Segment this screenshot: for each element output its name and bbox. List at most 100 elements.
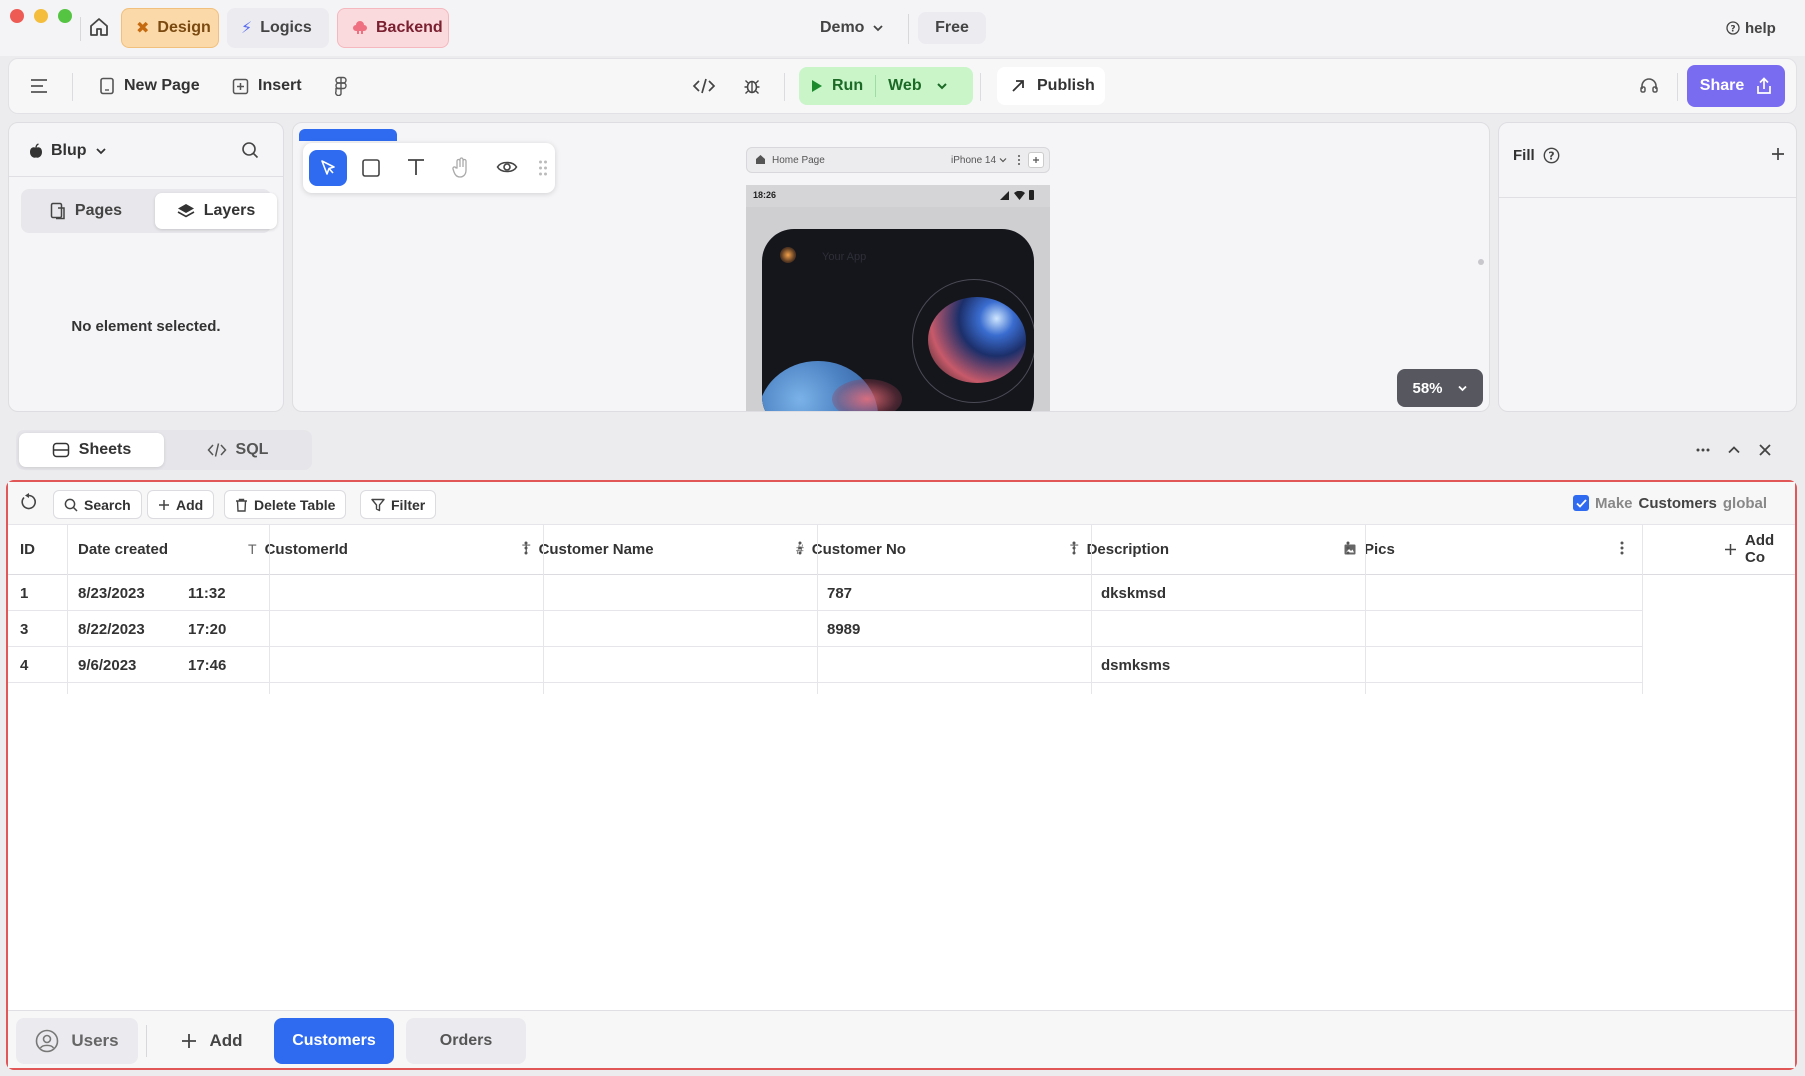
- column-menu-icon[interactable]: [1346, 541, 1350, 555]
- search-button[interactable]: Search: [53, 490, 142, 519]
- phone-frame[interactable]: 18:26 Your App: [746, 185, 1050, 411]
- zoom-dropdown[interactable]: 58%: [1397, 369, 1483, 407]
- column-header-date-created[interactable]: Date created: [78, 524, 168, 574]
- cell-date[interactable]: 9/6/2023: [78, 647, 136, 683]
- eye-icon[interactable]: [496, 158, 518, 176]
- resize-handle[interactable]: [1478, 259, 1484, 265]
- column-header-customer-id[interactable]: T CustomerId: [248, 524, 348, 574]
- rectangle-tool-icon[interactable]: [361, 158, 381, 178]
- maximize-window-button[interactable]: [58, 9, 72, 23]
- tab-sql[interactable]: SQL: [166, 433, 309, 467]
- more-vertical-icon[interactable]: [1017, 154, 1021, 166]
- more-horizontal-icon[interactable]: [1695, 442, 1711, 458]
- share-button[interactable]: Share: [1687, 65, 1785, 107]
- tab-pages[interactable]: Pages: [25, 193, 147, 229]
- data-table: ID Date created T CustomerId T Customer …: [8, 524, 1795, 694]
- nebula-graphic: [832, 379, 902, 411]
- svg-text:?: ?: [1730, 25, 1735, 35]
- close-icon[interactable]: [1757, 442, 1773, 458]
- column-header-description[interactable]: T Description: [1070, 524, 1169, 574]
- cell-description[interactable]: dsmksms: [1101, 647, 1170, 683]
- delete-table-button[interactable]: Delete Table: [224, 490, 347, 519]
- search-icon[interactable]: [241, 141, 259, 159]
- apple-icon: [29, 143, 43, 159]
- column-menu-icon[interactable]: [1072, 541, 1076, 555]
- cell-customer-no[interactable]: 8989: [827, 611, 860, 647]
- column-header-label: CustomerId: [264, 540, 348, 558]
- question-circle-icon[interactable]: ?: [1543, 147, 1560, 164]
- drag-handle-icon[interactable]: [538, 159, 548, 177]
- tab-design[interactable]: ✖ Design: [121, 8, 219, 48]
- device-selector[interactable]: iPhone 14: [951, 155, 996, 166]
- global-checkbox[interactable]: [1573, 495, 1589, 511]
- cloud-icon: [352, 20, 368, 36]
- select-tool[interactable]: [309, 150, 347, 186]
- cell-id[interactable]: 4: [20, 647, 28, 683]
- insert-button[interactable]: Insert: [232, 59, 302, 113]
- column-menu-icon[interactable]: [798, 541, 802, 555]
- table-row[interactable]: 4 9/6/2023 17:46 dsmksms: [8, 647, 1642, 682]
- table-row[interactable]: 1 8/23/2023 11:32 787 dkskmsd: [8, 575, 1642, 610]
- make-global-toggle[interactable]: Make Customers global: [1573, 493, 1767, 513]
- column-header-customer-name[interactable]: T Customer Name: [522, 524, 654, 574]
- cell-time[interactable]: 17:46: [188, 647, 226, 683]
- project-dropdown[interactable]: Demo: [820, 16, 884, 40]
- run-button[interactable]: Run: [799, 77, 875, 95]
- tab-logics[interactable]: ⚡ Logics: [227, 8, 329, 48]
- table-row[interactable]: 3 8/22/2023 17:20 8989: [8, 611, 1642, 646]
- collapse-chevron-up-icon[interactable]: [1726, 442, 1742, 458]
- column-header-customer-no[interactable]: # Customer No: [796, 524, 906, 574]
- cell-id[interactable]: 1: [20, 575, 28, 611]
- filter-button[interactable]: Filter: [360, 490, 437, 519]
- table-tab-customers[interactable]: Customers: [274, 1018, 394, 1064]
- hand-tool-icon[interactable]: [451, 157, 471, 179]
- column-header-pics[interactable]: Pics: [1344, 524, 1395, 574]
- signal-icon: [1000, 191, 1010, 200]
- home-icon[interactable]: [88, 16, 110, 38]
- text-tool-icon[interactable]: [406, 157, 426, 177]
- cell-customer-no[interactable]: 787: [827, 575, 852, 611]
- design-canvas[interactable]: Home Page iPhone 14 18:26 Your App 58%: [292, 122, 1490, 412]
- add-column-button[interactable]: Add Co: [1724, 524, 1795, 574]
- cell-description[interactable]: dkskmsd: [1101, 575, 1166, 611]
- debug-icon[interactable]: [743, 59, 761, 113]
- add-table-button[interactable]: Add: [158, 1018, 266, 1064]
- cursor-icon: [319, 159, 337, 177]
- code-icon[interactable]: [692, 59, 716, 113]
- cell-date[interactable]: 8/23/2023: [78, 575, 145, 611]
- question-circle-icon: ?: [1726, 21, 1740, 35]
- column-menu-icon[interactable]: [1620, 541, 1624, 555]
- add-row-button[interactable]: Add: [147, 490, 215, 519]
- new-page-button[interactable]: New Page: [99, 59, 200, 113]
- publish-button[interactable]: Publish: [997, 67, 1105, 105]
- cell-date[interactable]: 8/22/2023: [78, 611, 145, 647]
- cell-time[interactable]: 11:32: [188, 575, 226, 611]
- column-menu-icon[interactable]: [524, 541, 528, 555]
- column-header-id[interactable]: ID: [20, 524, 35, 574]
- menu-icon[interactable]: [29, 59, 49, 113]
- plus-icon: [158, 499, 170, 511]
- add-fill-icon[interactable]: [1771, 147, 1785, 161]
- tab-backend[interactable]: Backend: [337, 8, 449, 48]
- headset-icon[interactable]: [1639, 59, 1659, 113]
- table-tab-orders[interactable]: Orders: [406, 1018, 526, 1064]
- refresh-icon[interactable]: [20, 493, 38, 511]
- tab-sheets[interactable]: Sheets: [19, 433, 164, 467]
- figma-icon[interactable]: [334, 59, 348, 113]
- plus-icon[interactable]: [1028, 152, 1044, 168]
- plus-icon: [1724, 543, 1737, 556]
- divider: [1499, 197, 1796, 198]
- workspace-dropdown[interactable]: Blup: [29, 139, 107, 163]
- help-link[interactable]: ? help: [1726, 16, 1776, 40]
- run-target-dropdown[interactable]: Web: [876, 77, 959, 95]
- tab-layers[interactable]: Layers: [155, 193, 277, 229]
- table-tab-users-label: Users: [71, 1031, 119, 1050]
- cell-time[interactable]: 17:20: [188, 611, 226, 647]
- plan-badge[interactable]: Free: [918, 12, 986, 44]
- minimize-window-button[interactable]: [34, 9, 48, 23]
- tab-sheets-label: Sheets: [78, 441, 132, 458]
- new-row-placeholder[interactable]: [8, 683, 1642, 694]
- cell-id[interactable]: 3: [20, 611, 28, 647]
- table-tab-users[interactable]: Users: [16, 1018, 138, 1064]
- close-window-button[interactable]: [10, 9, 24, 23]
